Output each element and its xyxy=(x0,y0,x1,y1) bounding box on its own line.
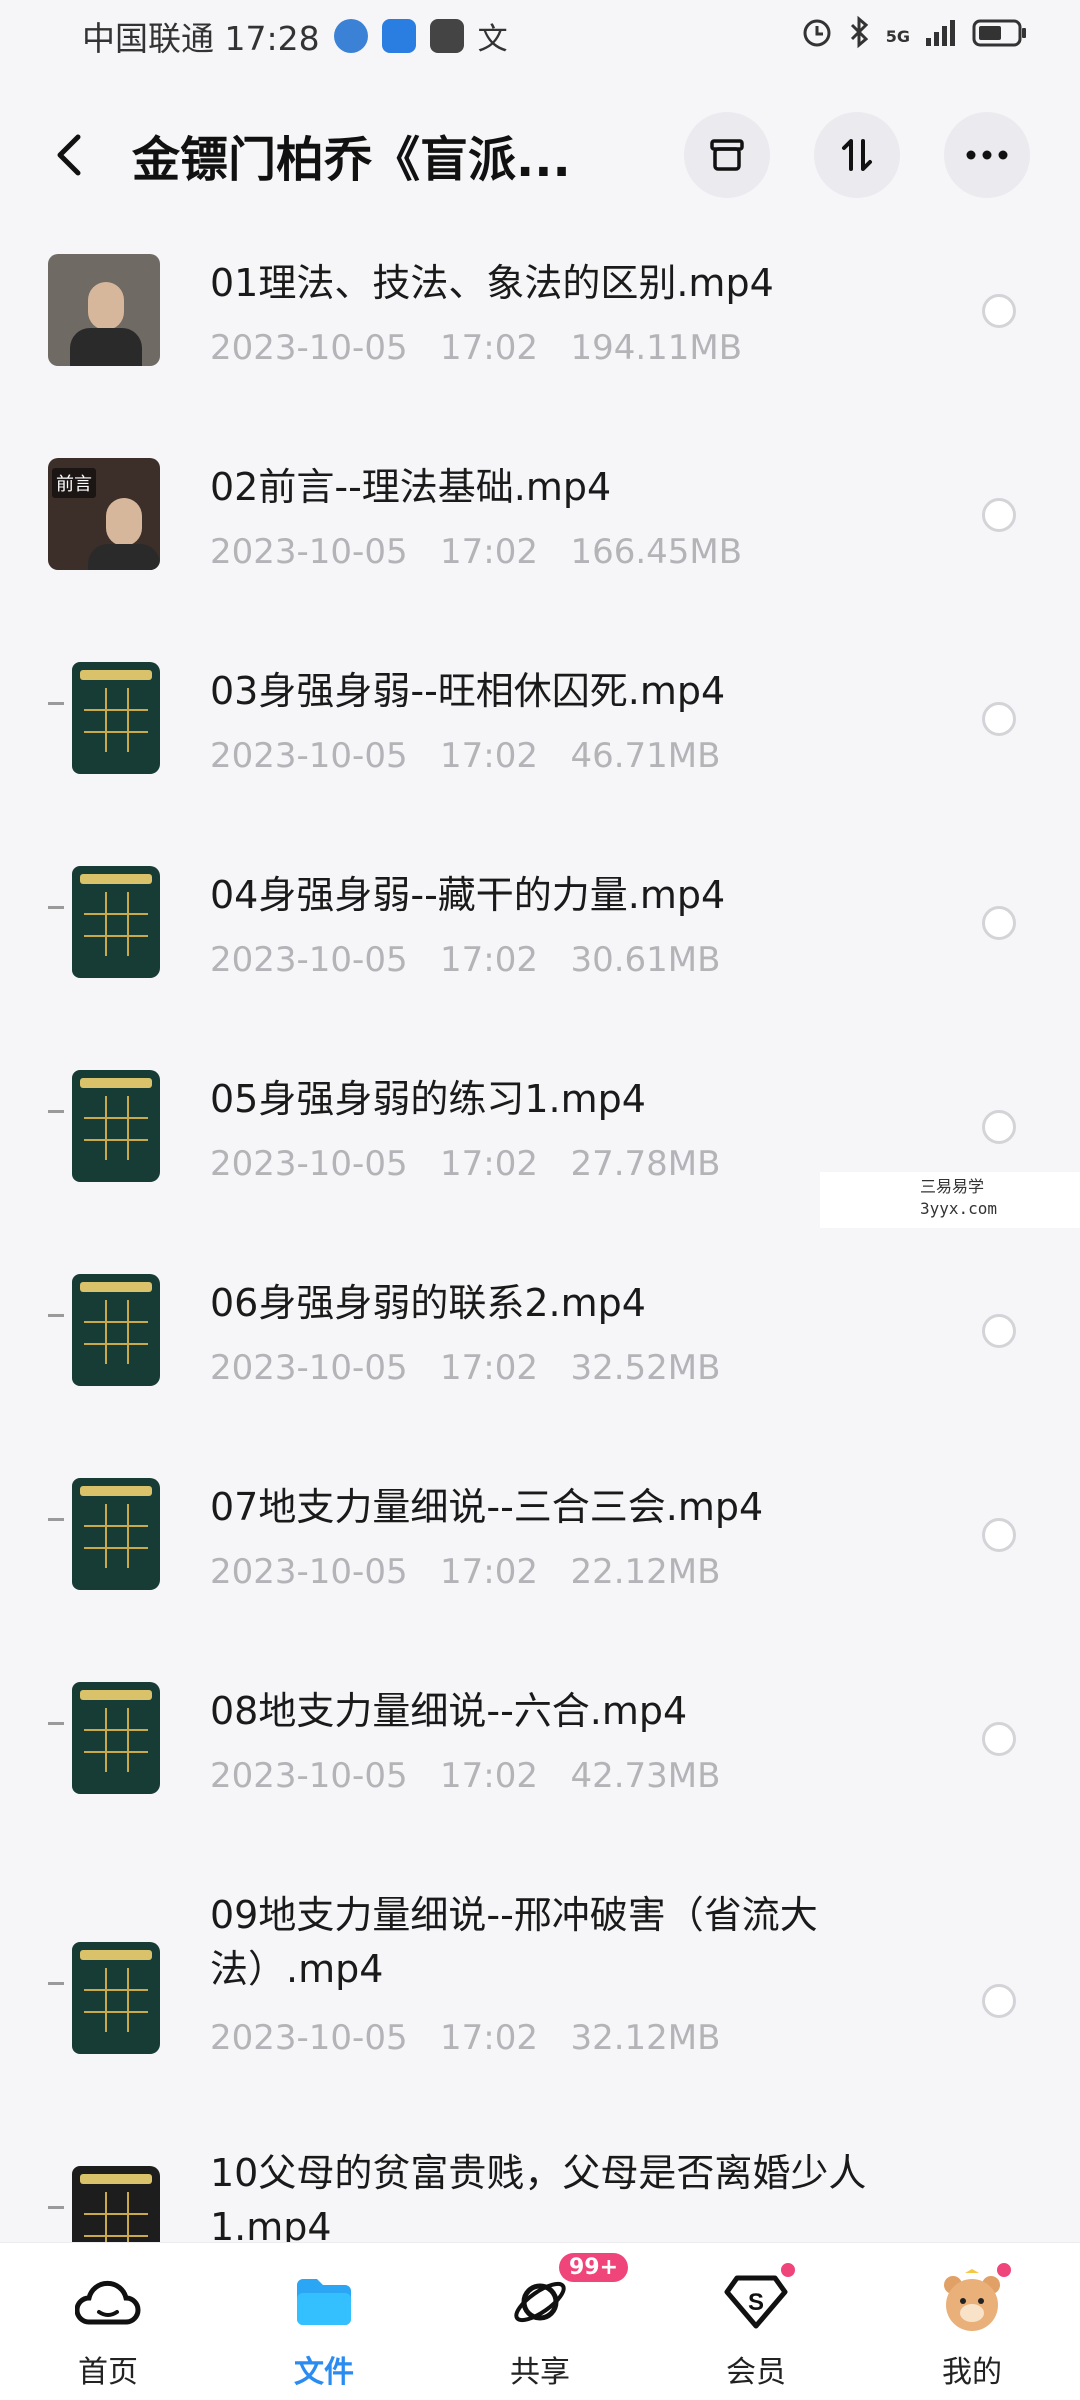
file-name: 10父母的贫富贵贱，父母是否离婚少人1.mp4 xyxy=(210,2151,867,2249)
folder-icon xyxy=(289,2267,359,2337)
tab-label: 文件 xyxy=(294,2355,354,2390)
select-radio[interactable] xyxy=(982,1518,1016,1552)
archive-button[interactable] xyxy=(684,112,770,198)
file-meta: 2023-10-05 17:02 32.12MB xyxy=(210,2018,721,2058)
notification-dot xyxy=(995,2261,1013,2279)
bottom-tab-bar: 首页 文件 99+ 共享 S 会员 我的 xyxy=(0,2242,1080,2400)
video-thumbnail xyxy=(48,866,160,978)
battery-icon xyxy=(972,17,1028,56)
video-thumbnail xyxy=(48,1942,160,2054)
share-badge: 99+ xyxy=(559,2253,629,2282)
video-thumbnail xyxy=(48,662,160,774)
file-meta: 2023-10-05 17:02 22.12MB xyxy=(210,1552,721,1592)
video-thumbnail xyxy=(48,1070,160,1182)
file-meta: 2023-10-05 17:02 27.78MB xyxy=(210,1144,721,1184)
select-radio[interactable] xyxy=(982,1110,1016,1144)
chevron-left-icon xyxy=(57,134,81,176)
tab-profile[interactable]: 我的 xyxy=(864,2243,1080,2400)
cloud-home-icon xyxy=(73,2267,143,2337)
file-name: 05身强身弱的练习1.mp4 xyxy=(210,1077,646,1121)
file-meta: 2023-10-05 17:02 46.71MB xyxy=(210,736,721,776)
tab-label: 共享 xyxy=(510,2355,570,2390)
more-icon xyxy=(966,150,1008,160)
tab-label: 我的 xyxy=(942,2355,1002,2390)
tab-label: 会员 xyxy=(726,2355,786,2390)
svg-text:S: S xyxy=(748,2289,764,2316)
network-label: 5G xyxy=(885,26,910,46)
select-radio[interactable] xyxy=(982,498,1016,532)
tab-vip[interactable]: S 会员 xyxy=(648,2243,864,2400)
notification-dot xyxy=(779,2261,797,2279)
tab-home[interactable]: 首页 xyxy=(0,2243,216,2400)
select-radio[interactable] xyxy=(982,906,1016,940)
tab-files[interactable]: 文件 xyxy=(216,2243,432,2400)
archive-icon xyxy=(710,139,744,171)
tab-share[interactable]: 99+ 共享 xyxy=(432,2243,648,2400)
tab-label: 首页 xyxy=(78,2355,138,2390)
video-thumbnail xyxy=(48,254,160,366)
sort-icon xyxy=(842,139,872,171)
message-icon xyxy=(429,19,464,53)
weather-icon xyxy=(381,19,416,53)
avatar-bear-icon xyxy=(937,2261,1013,2337)
file-name: 02前言--理法基础.mp4 xyxy=(210,465,612,509)
select-radio[interactable] xyxy=(982,1722,1016,1756)
file-meta: 2023-10-05 17:02 194.11MB xyxy=(210,328,743,368)
file-meta: 2023-10-05 17:02 30.61MB xyxy=(210,940,721,980)
more-button[interactable] xyxy=(944,112,1030,198)
file-meta: 2023-10-05 17:02 32.52MB xyxy=(210,1348,721,1388)
file-name: 08地支力量细说--六合.mp4 xyxy=(210,1689,688,1733)
page-title: 金镖门柏乔《盲派... xyxy=(132,132,571,188)
status-bar: 中国联通 17:28 文 5G xyxy=(0,0,1080,72)
video-thumbnail xyxy=(48,1478,160,1590)
signal-icon xyxy=(924,17,958,56)
notification-char: 文 xyxy=(477,22,508,57)
alarm-icon xyxy=(800,15,834,57)
file-meta: 2023-10-05 17:02 166.45MB xyxy=(210,532,743,572)
share-orbit-icon: 99+ xyxy=(505,2253,629,2337)
back-button[interactable] xyxy=(44,125,94,185)
carrier-time: 中国联通 17:28 xyxy=(82,19,320,58)
select-radio[interactable] xyxy=(982,294,1016,328)
file-name: 09地支力量细说--邢冲破害（省流大法）.mp4 xyxy=(210,1893,818,1991)
video-thumbnail xyxy=(48,1682,160,1794)
globe-icon xyxy=(333,19,368,53)
file-name: 07地支力量细说--三合三会.mp4 xyxy=(210,1485,764,1529)
sort-button[interactable] xyxy=(814,112,900,198)
watermark: 三易易学 3yyx.com xyxy=(820,1172,1080,1228)
bluetooth-icon xyxy=(848,15,872,57)
select-radio[interactable] xyxy=(982,1984,1016,2018)
file-name: 06身强身弱的联系2.mp4 xyxy=(210,1281,646,1325)
video-thumbnail: 前言 xyxy=(48,458,160,570)
file-name: 03身强身弱--旺相休囚死.mp4 xyxy=(210,669,726,713)
file-meta: 2023-10-05 17:02 42.73MB xyxy=(210,1756,721,1796)
select-radio[interactable] xyxy=(982,702,1016,736)
file-name: 04身强身弱--藏干的力量.mp4 xyxy=(210,873,726,917)
top-bar: 金镖门柏乔《盲派... xyxy=(0,100,1080,210)
video-thumbnail xyxy=(48,1274,160,1386)
vip-diamond-icon: S xyxy=(721,2261,797,2337)
select-radio[interactable] xyxy=(982,1314,1016,1348)
file-name: 01理法、技法、象法的区别.mp4 xyxy=(210,261,774,305)
